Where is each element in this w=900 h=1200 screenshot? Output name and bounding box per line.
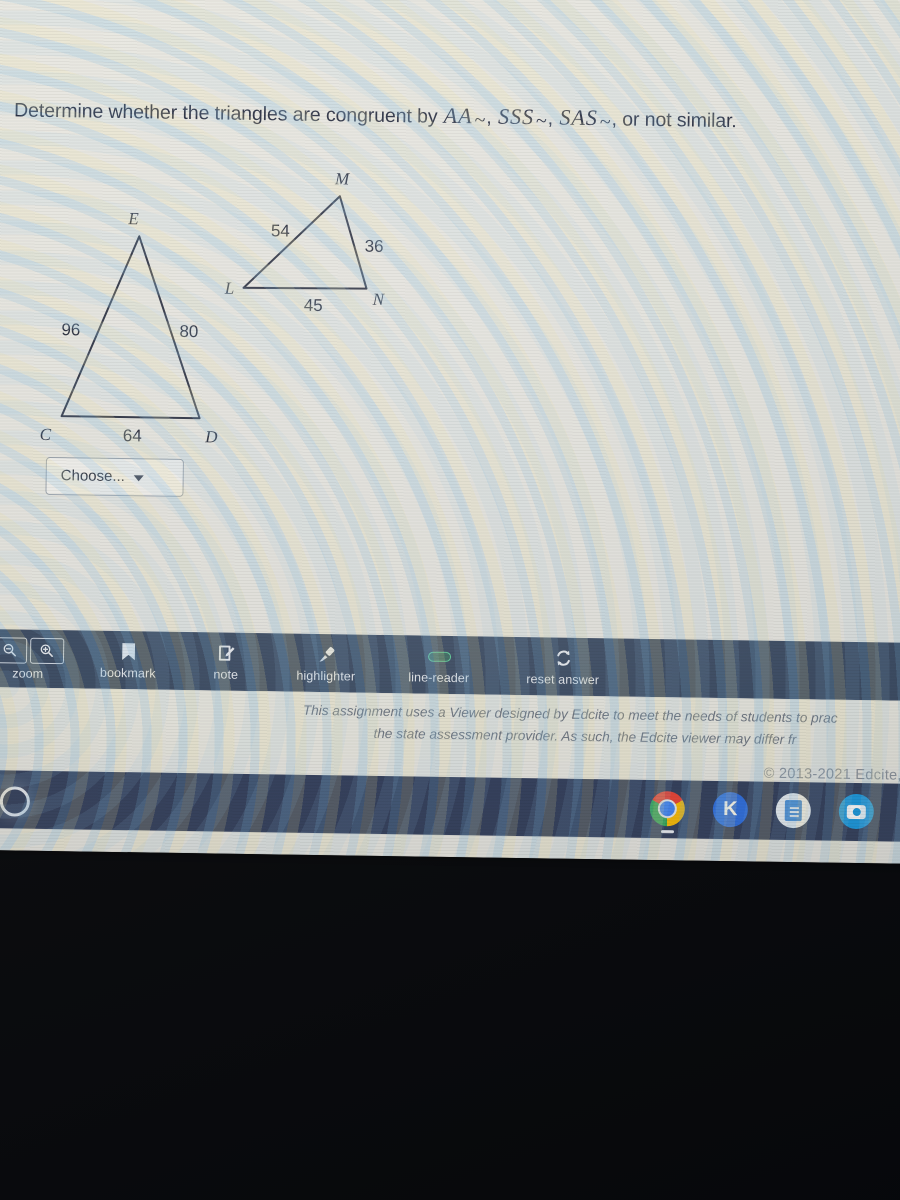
triangle-lmn: M L N 54 36 45 [224,169,386,315]
vertex-label-d: D [204,427,218,446]
toolbar-item-zoom[interactable]: zoom [0,636,76,680]
bookmark-glyph [121,643,135,661]
toolbar-item-line-reader[interactable]: line-reader [380,644,499,685]
shelf-app-icons: K [649,790,875,834]
dropdown-label: Choose... [60,467,126,486]
comma-2: , [547,107,554,130]
vertex-label-c: C [40,425,52,444]
comma-1: , [486,106,492,129]
toolbar-item-note[interactable]: note [180,641,273,681]
kami-icon[interactable]: K [712,791,749,828]
triangle-cde: E C D 96 80 64 [40,209,219,446]
toolbar-label-bookmark: bookmark [99,665,156,681]
highlighter-glyph [318,646,334,662]
chrome-icon[interactable] [649,790,686,834]
question-tail-text: or not similar. [622,108,737,133]
zoom-in-glyph [40,644,53,657]
line-reader-pill-glyph [427,651,451,662]
kami-letter: K [722,798,738,821]
similarity-symbol-sas: ~ [599,111,611,134]
zoom-out-icon[interactable] [0,636,27,664]
side-label-36: 36 [365,237,384,256]
toolbar-item-highlighter[interactable]: highlighter [272,643,381,684]
google-docs-icon[interactable] [775,792,812,829]
vertex-label-e: E [127,209,139,228]
question-lead-text: Determine whether the triangles are cong… [13,99,438,128]
viewer-disclaimer: This assignment uses a Viewer designed b… [0,686,900,768]
vertex-label-l: L [224,279,235,298]
launcher-circle-icon[interactable] [0,786,31,817]
triangle-lmn-outline [242,195,368,290]
refresh-icon [553,647,572,669]
refresh-glyph [556,650,570,666]
toolbar-item-reset-answer[interactable]: reset answer [498,646,629,687]
highlighter-icon [316,643,335,665]
criterion-aa: AA [443,102,473,129]
criterion-sas: SAS [559,104,599,131]
toolbar-label-highlighter: highlighter [296,668,356,684]
toolbar-label-zoom: zoom [12,665,44,681]
camera-body-glyph [846,804,866,819]
toolbar-item-bookmark[interactable]: bookmark [76,640,181,681]
toolbar-label-reset-answer: reset answer [526,671,600,687]
photographed-screen-container: Determine whether the triangles are cong… [0,0,900,1200]
answer-choice-dropdown[interactable]: Choose... [45,456,184,497]
toolbar-label-note: note [213,666,239,682]
side-label-96: 96 [61,320,80,339]
chevron-down-icon [133,474,144,481]
similarity-symbol-aa: ~ [474,109,486,132]
line-reader-icon [427,645,451,667]
triangle-figures: E C D 96 80 64 M L N 54 36 45 [19,155,443,461]
question-content-area: Determine whether the triangles are cong… [0,0,900,650]
doc-shape-glyph [784,799,802,822]
laptop-screen: Determine whether the triangles are cong… [0,0,900,864]
zoom-in-icon[interactable] [29,637,64,664]
vertex-label-n: N [372,290,386,309]
similarity-symbol-sss: ~ [535,110,547,133]
note-glyph [218,645,235,661]
vertex-label-m: M [334,169,350,188]
bookmark-icon [120,641,135,663]
active-app-indicator [660,830,674,834]
side-label-64: 64 [123,426,142,445]
comma-3: , [611,108,618,131]
zoom-out-glyph [3,643,16,657]
camera-icon[interactable] [838,793,875,830]
note-edit-icon [216,642,235,664]
figures-svg: E C D 96 80 64 M L N 54 36 45 [40,169,386,446]
side-label-54: 54 [271,221,290,240]
question-prompt: Determine whether the triangles are cong… [14,96,900,135]
toolbar-label-line-reader: line-reader [408,669,470,685]
criterion-sss: SSS [497,103,535,130]
edcite-viewer-page: Determine whether the triangles are cong… [0,0,900,864]
side-label-45: 45 [304,296,323,315]
side-label-80: 80 [179,322,198,341]
